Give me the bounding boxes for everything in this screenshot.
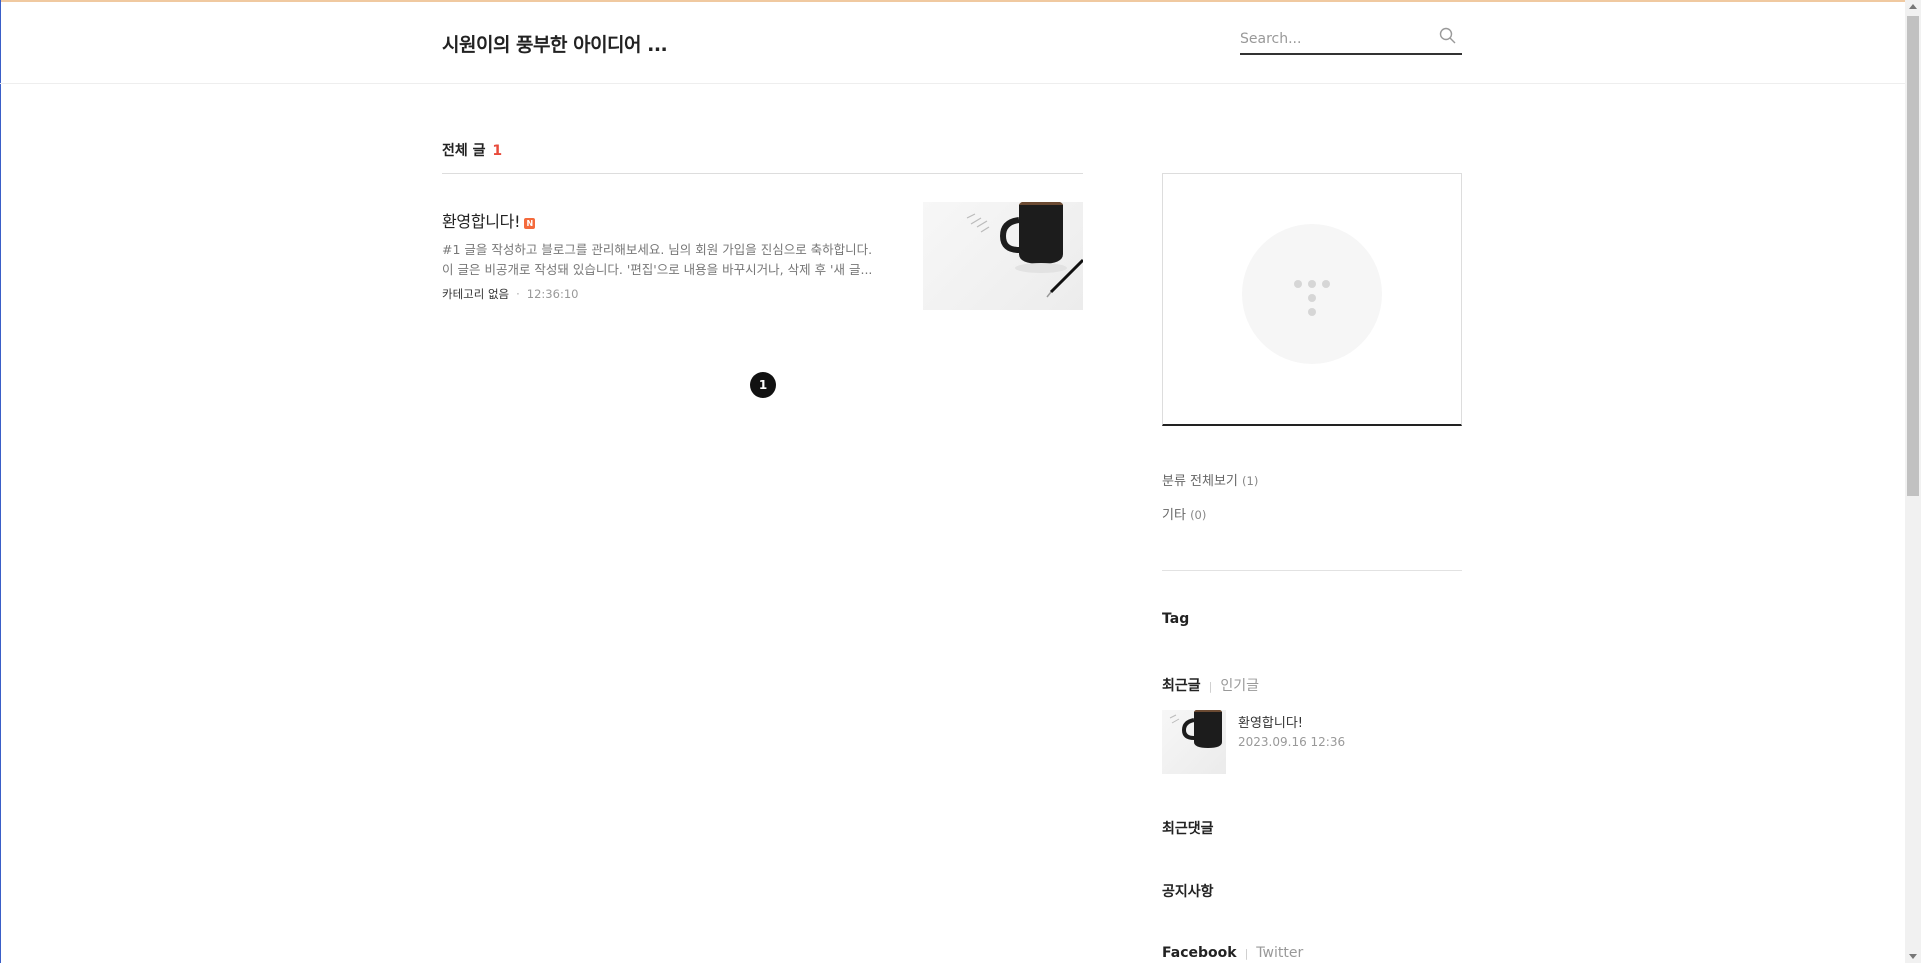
logo-dot [1322,280,1330,288]
category-count: (0) [1190,508,1207,522]
post-title[interactable]: 환영합니다! [442,212,521,231]
recent-post-title[interactable]: 환영합니다! [1238,712,1303,731]
post-time: 12:36:10 [526,287,579,301]
category-etc[interactable]: 기타 (0) [1162,504,1206,523]
recent-tabs: 최근글 | 인기글 [1162,675,1259,695]
post-category[interactable]: 카테고리 없음 [442,287,509,301]
post-title-row[interactable]: 환영합니다! N [442,208,536,232]
blog-title[interactable]: 시원이의 풍부한 아이디어 ... [442,30,668,57]
category-label: 기타 [1162,508,1186,523]
tab-separator: | [1208,680,1213,693]
logo-dot [1308,308,1316,316]
new-badge: N [524,218,536,229]
post-summary-line: #1 글을 작성하고 블로그를 관리해보세요. 님의 회원 가입을 진심으로 축… [442,242,873,257]
blog-avatar[interactable] [1242,224,1382,364]
post-summary-line: 이 글은 비공개로 작성돼 있습니다. '편집'으로 내용을 바꾸시거나, 삭제… [442,262,873,277]
scroll-up-arrow-icon[interactable] [1909,4,1917,9]
category-count: (1) [1242,474,1259,488]
scroll-down-arrow-icon[interactable] [1909,954,1917,959]
post-meta: 카테고리 없음 · 12:36:10 [442,286,578,302]
recent-comments-heading: 최근댓글 [1162,821,1214,837]
site-header: 시원이의 풍부한 아이디어 ... [0,2,1905,84]
profile-box [1162,173,1462,426]
category-label: 분류 전체보기 [1162,474,1238,489]
search-box [1240,24,1462,55]
recent-post-thumbnail[interactable] [1162,710,1226,774]
tab-twitter[interactable]: Twitter [1256,945,1303,961]
search-icon[interactable] [1438,26,1458,46]
meta-separator: · [516,287,520,301]
search-input[interactable] [1240,24,1430,50]
post-count: 1 [492,143,503,159]
tab-recent-posts[interactable]: 최근글 [1162,678,1201,694]
page-button-current[interactable]: 1 [750,372,776,398]
scrollbar-thumb[interactable] [1907,16,1919,496]
coffee-mug-image [1169,710,1222,748]
logo-dot [1308,280,1316,288]
coffee-mug-image [966,202,1083,298]
post-list-label: 전체 글 [442,143,486,159]
tab-separator: | [1244,947,1249,960]
category-all[interactable]: 분류 전체보기 (1) [1162,470,1258,489]
tag-heading: Tag [1162,611,1190,627]
tab-popular-posts[interactable]: 인기글 [1220,678,1259,694]
vertical-scrollbar[interactable] [1905,0,1921,963]
logo-dot [1294,280,1302,288]
post-summary[interactable]: #1 글을 작성하고 블로그를 관리해보세요. 님의 회원 가입을 진심으로 축… [442,240,892,280]
tab-facebook[interactable]: Facebook [1162,945,1237,961]
notice-heading: 공지사항 [1162,884,1214,900]
post-item[interactable]: 환영합니다! N #1 글을 작성하고 블로그를 관리해보세요. 님의 회원 가입… [442,202,1083,312]
left-edge-line [0,0,1,963]
post-list-header: 전체 글 1 [442,140,1083,174]
sidebar-divider [1162,570,1462,571]
recent-post-date: 2023.09.16 12:36 [1238,735,1346,749]
post-thumbnail[interactable] [923,202,1083,310]
social-tabs: Facebook | Twitter [1162,945,1303,961]
logo-dot [1308,294,1316,302]
